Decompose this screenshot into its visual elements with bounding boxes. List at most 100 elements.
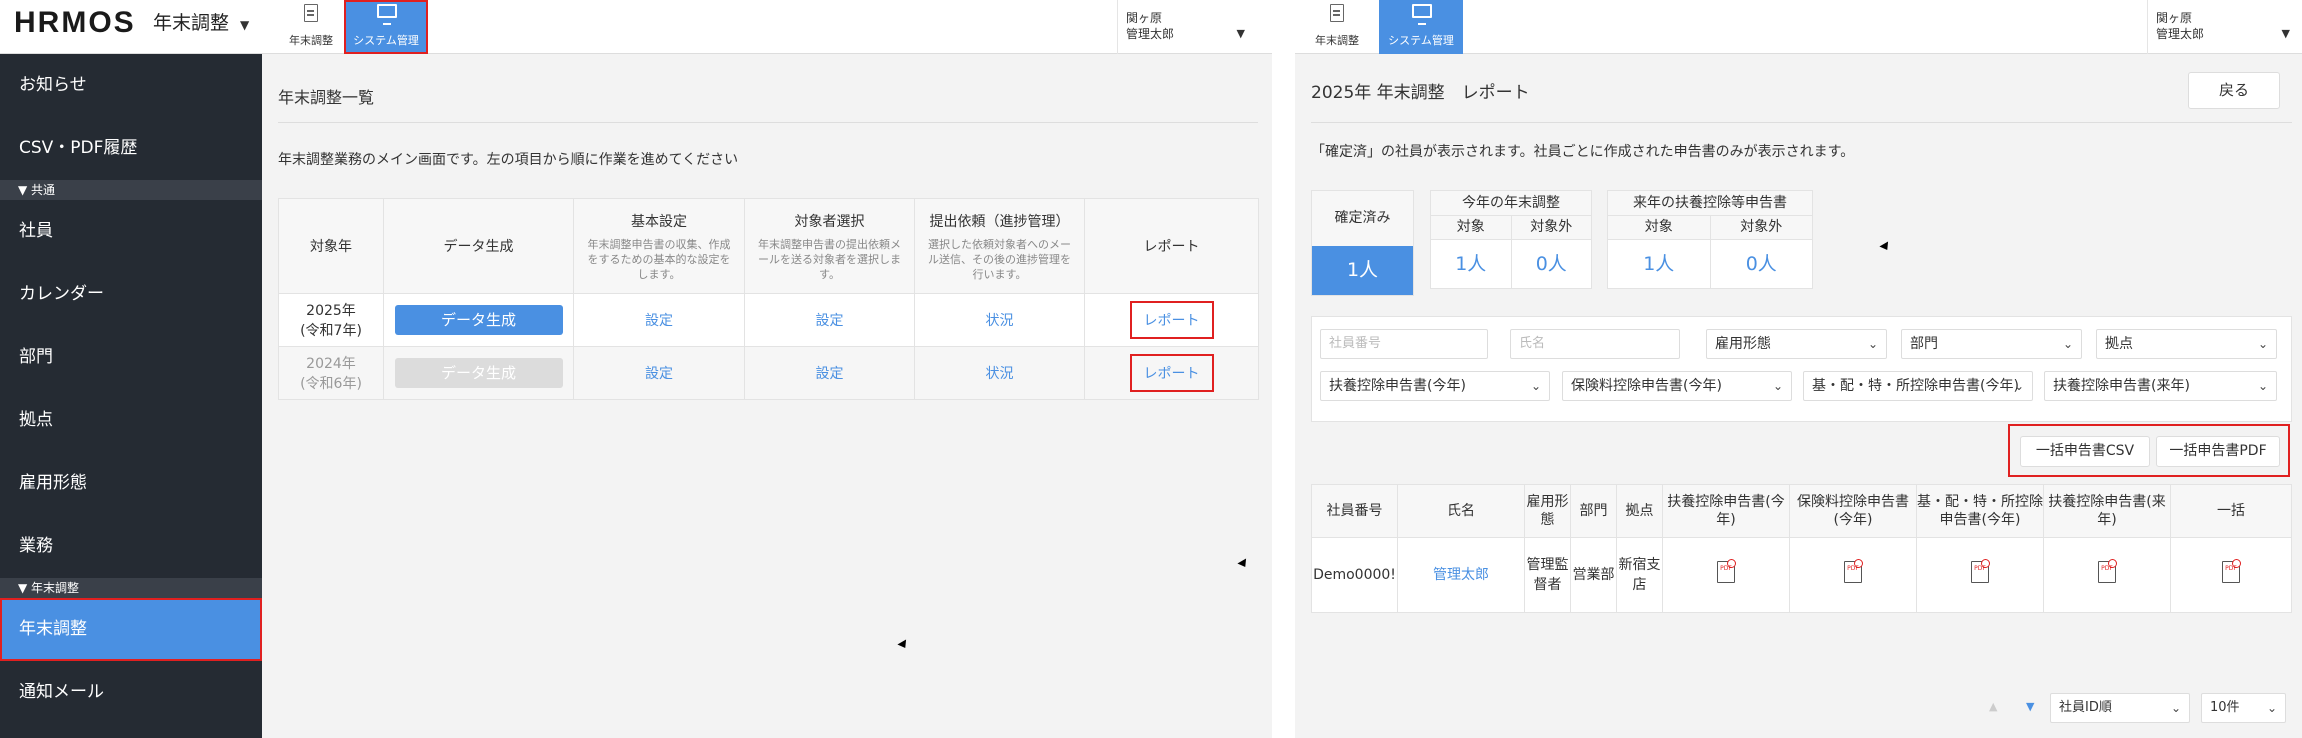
sidebar-item-news[interactable]: お知らせ bbox=[0, 54, 262, 117]
bulk-csv-button[interactable]: 一括申告書CSV bbox=[2020, 436, 2150, 467]
sidebar-item-csv-pdf-history[interactable]: CSV・PDF履歴 bbox=[0, 117, 262, 180]
col-dependent-this: 扶養控除申告書(今年) bbox=[1662, 484, 1790, 538]
monitor-icon bbox=[377, 4, 397, 26]
sidebar-item-year-end[interactable]: 年末調整 bbox=[0, 598, 262, 661]
col-employment: 雇用形態 bbox=[1524, 484, 1571, 538]
stat-this-year-target[interactable]: 1人 bbox=[1431, 240, 1511, 288]
dependent-next-year-select[interactable]: 扶養控除申告書(来年) ⌄ bbox=[2044, 371, 2277, 401]
user-menu[interactable]: 関ヶ原 管理太郎 ▼ bbox=[1117, 0, 1257, 54]
stat-confirmed-value[interactable]: 1人 bbox=[1312, 246, 1413, 295]
dependent-this-year-select[interactable]: 扶養控除申告書(今年) ⌄ bbox=[1320, 371, 1550, 401]
pdf-icon[interactable]: PDF bbox=[1717, 559, 1736, 583]
sidebar-item-notification-mail[interactable]: 通知メール bbox=[0, 661, 262, 724]
sidebar-item-employment-types[interactable]: 雇用形態 bbox=[0, 452, 262, 515]
basic-this-year-select[interactable]: 基・配・特・所控除申告書(今年) ⌄ bbox=[1803, 371, 2033, 401]
monitor-icon bbox=[1412, 4, 1432, 26]
per-page-select[interactable]: 10件 ⌄ bbox=[2201, 693, 2286, 723]
report-link[interactable]: レポート bbox=[1129, 354, 1214, 392]
bulk-download-group: 一括申告書CSV 一括申告書PDF bbox=[2008, 424, 2290, 477]
department-cell: 営業部 bbox=[1570, 537, 1617, 613]
col-basic: 基本設定 年末調整申告書の収集、作成をするための基本的な設定をします。 bbox=[573, 198, 745, 294]
col-dependent-next: 扶養控除申告書(来年) bbox=[2043, 484, 2171, 538]
sort-desc-icon[interactable]: ▼ bbox=[2026, 700, 2034, 713]
location-cell: 新宿支店 bbox=[1616, 537, 1663, 613]
app-name: 年末調整 bbox=[153, 12, 230, 34]
report-link[interactable]: レポート bbox=[1129, 301, 1214, 339]
sidebar-item-tasks[interactable]: 業務 bbox=[0, 515, 262, 578]
col-datagen: データ生成 bbox=[383, 198, 574, 294]
left-screen: HRMOS 年末調整 ▼ 年末調整 システム管理 関ヶ原 管理太郎 ▼ お知らせ… bbox=[0, 0, 1272, 738]
divider bbox=[1311, 122, 2292, 123]
col-target: 対象者選択 年末調整申告書の提出依頼メールを送る対象者を選択します。 bbox=[744, 198, 915, 294]
mouse-cursor-icon bbox=[1237, 558, 1250, 570]
pdf-icon[interactable]: PDF bbox=[2098, 559, 2117, 583]
page-description: 年末調整業務のメイン画面です。左の項目から順に作業を進めてください bbox=[278, 152, 739, 168]
tab-system-admin[interactable]: システム管理 bbox=[344, 0, 428, 54]
col-department: 部門 bbox=[1570, 484, 1617, 538]
data-generate-button-disabled: データ生成 bbox=[394, 358, 563, 388]
insurance-this-year-select[interactable]: 保険料控除申告書(今年) ⌄ bbox=[1562, 371, 1792, 401]
stat-this-year-non-target[interactable]: 0人 bbox=[1512, 240, 1592, 288]
basic-settings-link[interactable]: 設定 bbox=[645, 366, 673, 382]
sidebar-item-departments[interactable]: 部門 bbox=[0, 326, 262, 389]
table-row: 2024年 (令和6年) データ生成 設定 設定 状況 レポート bbox=[278, 346, 1259, 400]
col-location: 拠点 bbox=[1616, 484, 1663, 538]
stat-this-year-label: 今年の年末調整 bbox=[1431, 191, 1591, 216]
employee-name-link[interactable]: 管理太郎 bbox=[1433, 567, 1489, 583]
col-insurance: 保険料控除申告書(今年) bbox=[1789, 484, 1917, 538]
status-link[interactable]: 状況 bbox=[986, 313, 1014, 329]
pdf-icon[interactable]: PDF bbox=[1844, 559, 1863, 583]
data-generate-button[interactable]: データ生成 bbox=[394, 305, 563, 335]
target-settings-link[interactable]: 設定 bbox=[816, 366, 844, 382]
tab-year-end[interactable]: 年末調整 bbox=[1295, 0, 1379, 54]
document-icon bbox=[302, 4, 320, 26]
sort-order-select[interactable]: 社員ID順 ⌄ bbox=[2050, 693, 2190, 723]
year-end-table: 対象年 データ生成 基本設定 年末調整申告書の収集、作成をするための基本的な設定… bbox=[278, 198, 1259, 400]
sidebar-section-year-end[interactable]: ▼ 年末調整 bbox=[0, 578, 262, 598]
col-report: レポート bbox=[1084, 198, 1259, 294]
table-row: 2025年 (令和7年) データ生成 設定 設定 状況 レポート bbox=[278, 293, 1259, 347]
col-name: 氏名 bbox=[1397, 484, 1525, 538]
target-settings-link[interactable]: 設定 bbox=[816, 313, 844, 329]
employee-number-input[interactable]: 社員番号 bbox=[1320, 329, 1488, 359]
divider bbox=[278, 122, 1258, 123]
emp-no-cell: Demo0000! bbox=[1311, 537, 1398, 613]
caret-down-icon[interactable]: ▼ bbox=[240, 18, 249, 32]
page-title: 年末調整一覧 bbox=[278, 88, 375, 107]
basic-settings-link[interactable]: 設定 bbox=[645, 313, 673, 329]
stat-next-year-non-target[interactable]: 0人 bbox=[1711, 240, 1813, 288]
sort-asc-icon[interactable]: ▲ bbox=[1989, 700, 1997, 713]
tab-system-admin[interactable]: システム管理 bbox=[1379, 0, 1463, 54]
chevron-down-icon: ⌄ bbox=[2013, 379, 2024, 393]
sidebar-item-employees[interactable]: 社員 bbox=[0, 200, 262, 263]
chevron-down-icon: ⌄ bbox=[2266, 701, 2277, 715]
filter-panel: 社員番号 氏名 雇用形態 ⌄ 部門 ⌄ 拠点 ⌄ 扶養控除申告書(今年) ⌄ 保険料控除… bbox=[1311, 316, 2292, 422]
location-select[interactable]: 拠点 ⌄ bbox=[2096, 329, 2277, 359]
stat-confirmed-label: 確定済み bbox=[1312, 191, 1413, 246]
department-select[interactable]: 部門 ⌄ bbox=[1901, 329, 2082, 359]
sidebar-item-calendar[interactable]: カレンダー bbox=[0, 263, 262, 326]
pdf-icon[interactable]: PDF bbox=[2222, 559, 2241, 583]
chevron-down-icon: ⌄ bbox=[1530, 379, 1541, 393]
sidebar-section-common[interactable]: ▼ 共通 bbox=[0, 180, 262, 200]
user-menu[interactable]: 関ヶ原 管理太郎 ▼ bbox=[2147, 0, 2302, 54]
pdf-icon[interactable]: PDF bbox=[1971, 559, 1990, 583]
app-switcher[interactable]: HRMOS 年末調整 ▼ bbox=[0, 0, 262, 54]
employment-type-select[interactable]: 雇用形態 ⌄ bbox=[1706, 329, 1887, 359]
name-input[interactable]: 氏名 bbox=[1510, 329, 1680, 359]
tab-year-end[interactable]: 年末調整 bbox=[269, 0, 353, 54]
table-header-row: 対象年 データ生成 基本設定 年末調整申告書の収集、作成をするための基本的な設定… bbox=[278, 198, 1259, 294]
page-title: 2025年 年末調整 レポート bbox=[1311, 83, 1530, 103]
status-link[interactable]: 状況 bbox=[986, 366, 1014, 382]
right-screen: 年末調整 システム管理 関ヶ原 管理太郎 ▼ 2025年 年末調整 レポート 戻… bbox=[1295, 0, 2302, 738]
user-name: 管理太郎 bbox=[2156, 27, 2205, 41]
table-header-row: 社員番号 氏名 雇用形態 部門 拠点 扶養控除申告書(今年) 保険料控除申告書(… bbox=[1311, 484, 2292, 538]
stat-next-year-target[interactable]: 1人 bbox=[1608, 240, 1710, 288]
stat-this-year: 今年の年末調整 対象 1人 対象外 0人 bbox=[1430, 190, 1592, 289]
col-bulk: 一括 bbox=[2170, 484, 2292, 538]
sidebar-item-locations[interactable]: 拠点 bbox=[0, 389, 262, 452]
bulk-pdf-button[interactable]: 一括申告書PDF bbox=[2156, 436, 2280, 467]
caret-down-icon: ▼ bbox=[2281, 27, 2290, 40]
col-request: 提出依頼（進捗管理） 選択した依頼対象者へのメール送信、その後の進捗管理を行いま… bbox=[914, 198, 1085, 294]
back-button[interactable]: 戻る bbox=[2188, 72, 2280, 109]
